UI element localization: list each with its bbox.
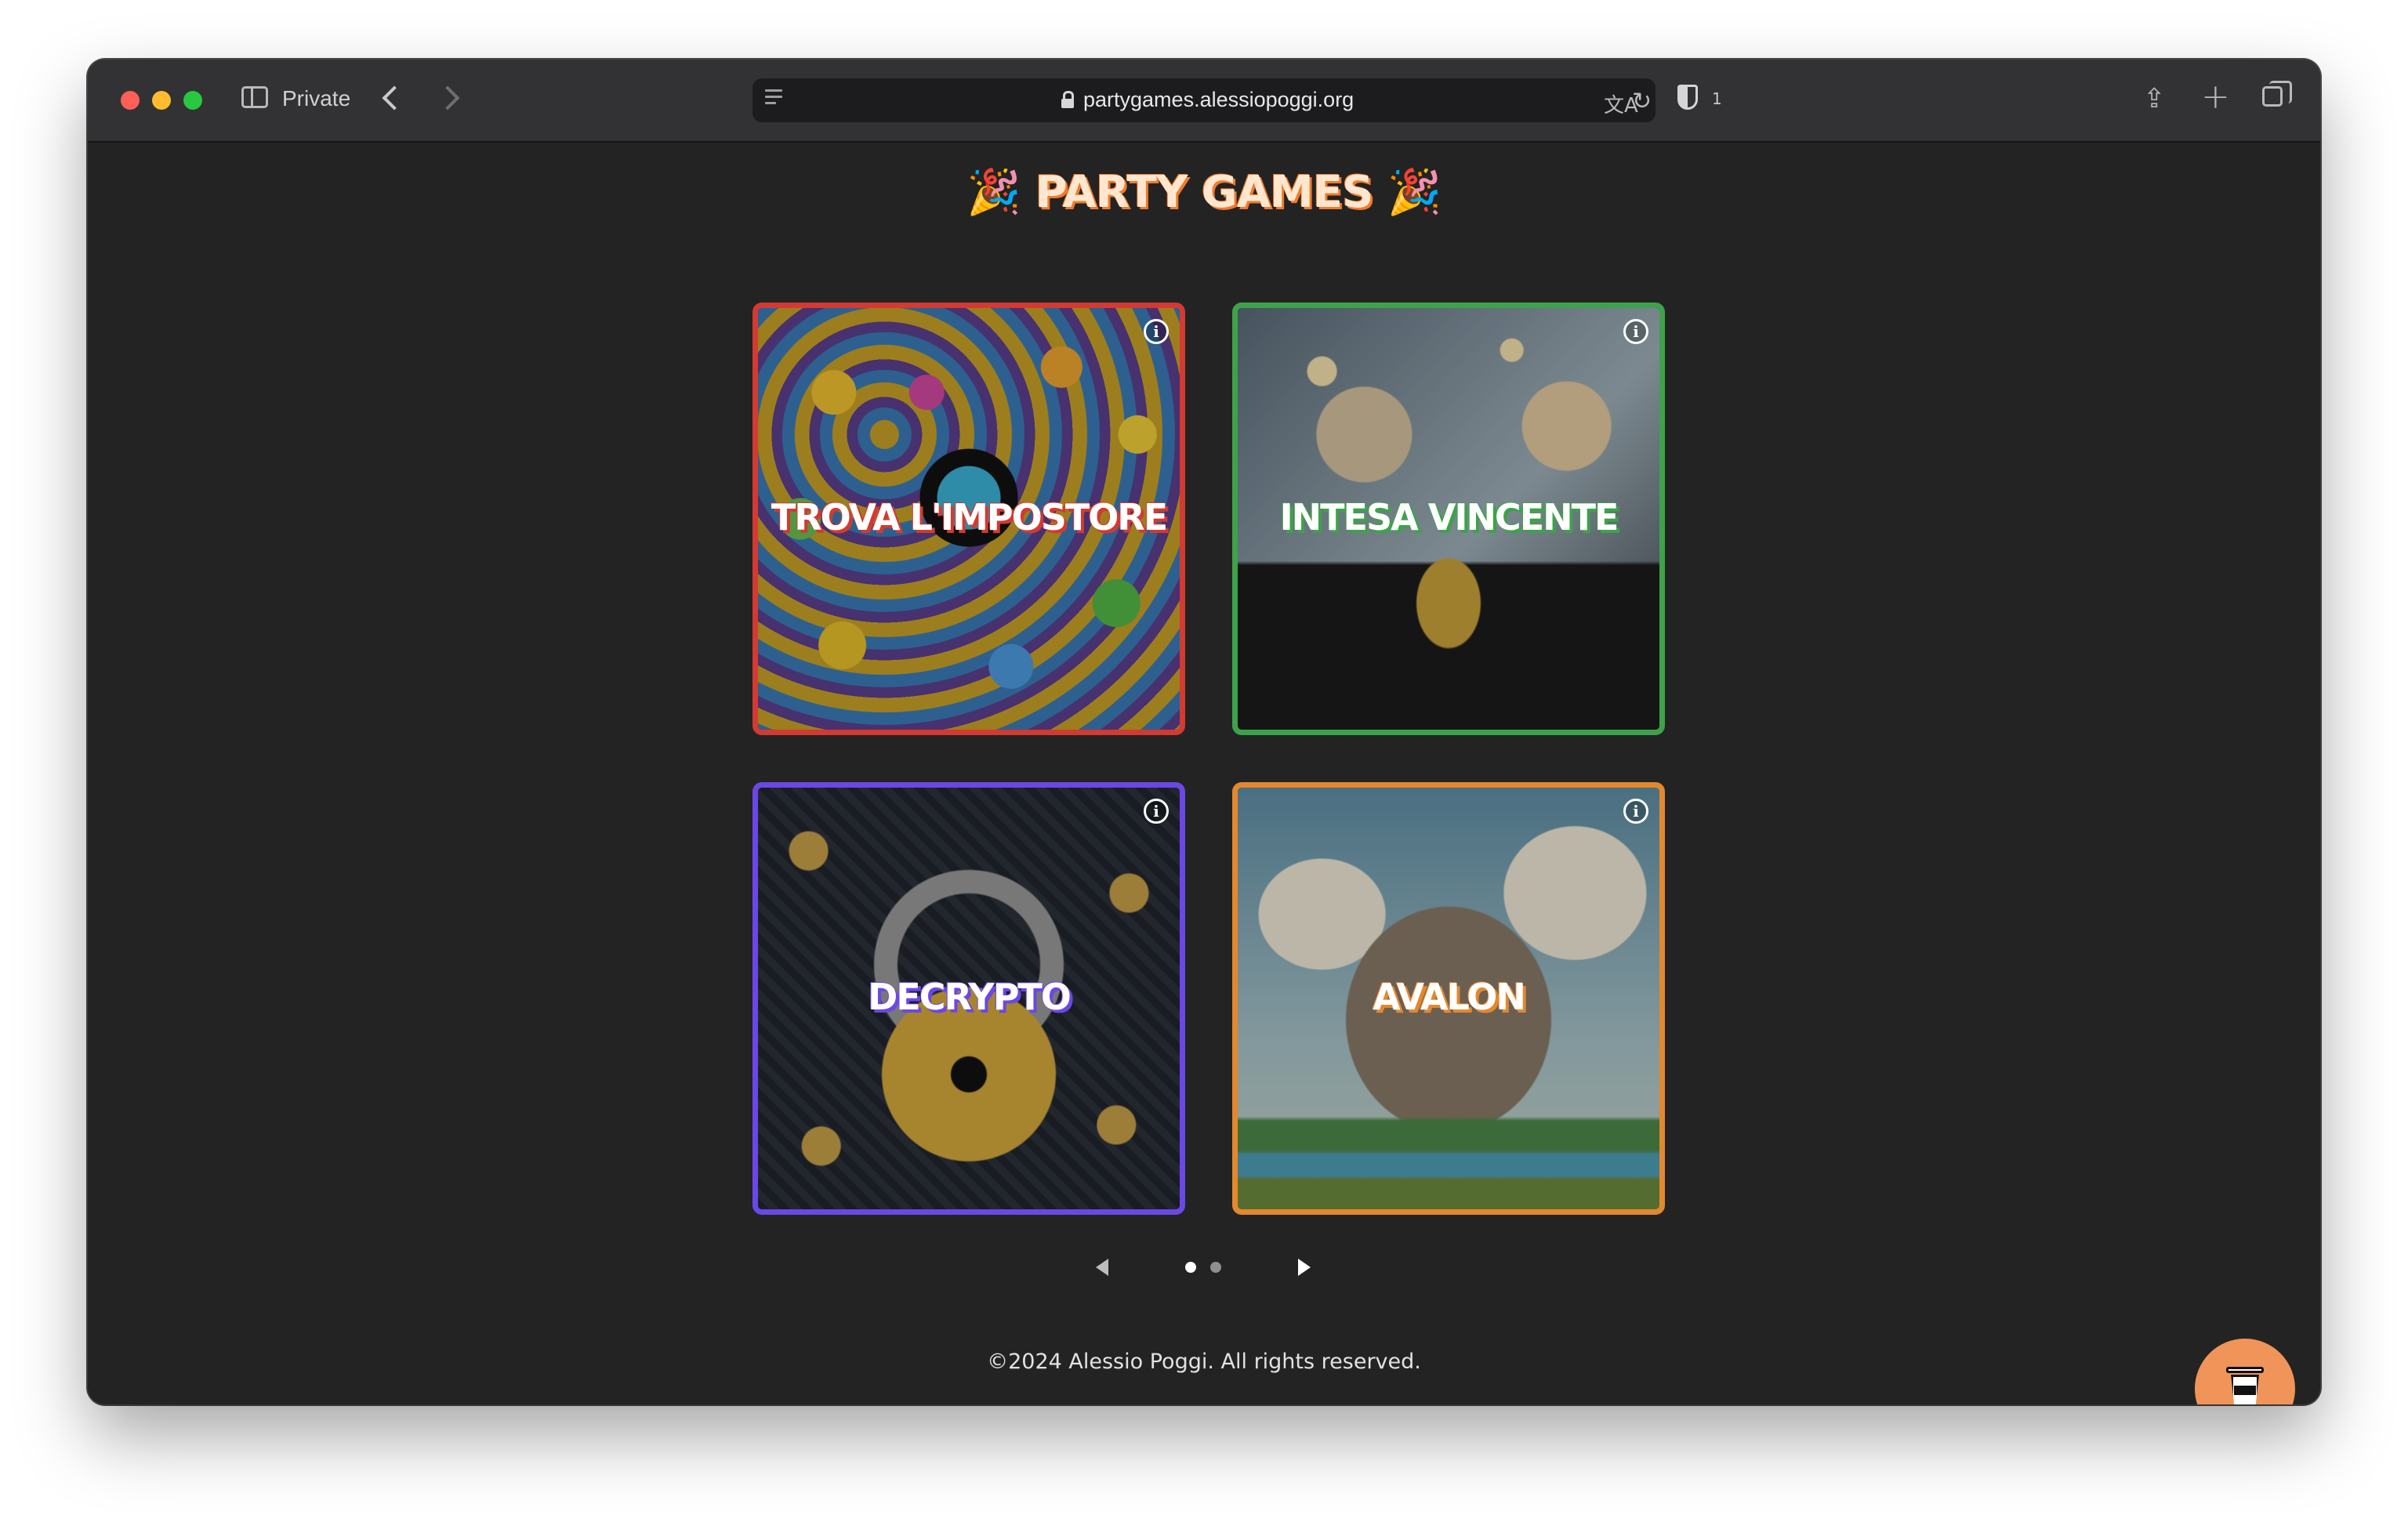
buy-me-a-coffee-button[interactable]	[2195, 1339, 2295, 1404]
address-bar[interactable]: partygames.alessiopoggi.org 文A ↻	[752, 78, 1656, 122]
page-dot-2[interactable]	[1210, 1262, 1221, 1273]
coffee-cup-icon	[2226, 1367, 2264, 1404]
game-card-intesa-vincente[interactable]: INTESA VINCENTE i	[1232, 303, 1665, 735]
game-card-trova-limpostore[interactable]: TROVA L'IMPOSTORE i	[752, 303, 1185, 735]
info-icon[interactable]: i	[1623, 319, 1648, 344]
tracker-count: 1	[1712, 89, 1722, 108]
party-popper-icon: 🎉	[966, 167, 1021, 218]
previous-page-arrow-icon[interactable]	[1096, 1259, 1108, 1276]
carousel-pager	[88, 1256, 2320, 1287]
page-dot-1[interactable]	[1185, 1262, 1196, 1273]
new-tab-icon[interactable]: +	[2201, 77, 2230, 117]
back-chevron-icon[interactable]	[382, 85, 407, 111]
browser-window: Private partygames.alessiopoggi.org 文A ↻…	[88, 60, 2320, 1404]
minimize-window-button[interactable]	[152, 91, 171, 110]
game-card-title: DECRYPTO	[868, 976, 1072, 1018]
forward-chevron-icon[interactable]	[435, 85, 460, 111]
url-text[interactable]: partygames.alessiopoggi.org	[1083, 88, 1354, 112]
game-card-title: AVALON	[1373, 976, 1526, 1018]
tab-overview-icon[interactable]	[2262, 81, 2292, 107]
lock-icon	[1061, 91, 1074, 108]
page-content: 🎉 PARTY GAMES 🎉 TROVA L'IMPOSTORE i INTE…	[88, 143, 2320, 1404]
info-icon[interactable]: i	[1623, 799, 1648, 824]
browser-toolbar: Private partygames.alessiopoggi.org 文A ↻…	[88, 60, 2320, 143]
game-card-decrypto[interactable]: DECRYPTO i	[752, 782, 1185, 1215]
footer-copyright: ©2024 Alessio Poggi. All rights reserved…	[987, 1350, 1421, 1374]
share-icon[interactable]: ⇪	[2143, 83, 2166, 114]
reader-mode-icon[interactable]	[765, 89, 782, 111]
games-grid: TROVA L'IMPOSTORE i INTESA VINCENTE i DE…	[752, 303, 1665, 1243]
game-card-avalon[interactable]: AVALON i	[1232, 782, 1665, 1215]
game-card-title: TROVA L'IMPOSTORE	[771, 496, 1168, 538]
info-icon[interactable]: i	[1144, 319, 1169, 344]
page-title: 🎉 PARTY GAMES 🎉	[88, 166, 2320, 218]
game-card-title: INTESA VINCENTE	[1279, 496, 1619, 538]
reload-icon[interactable]: ↻	[1632, 88, 1652, 115]
page-title-text: PARTY GAMES	[1035, 167, 1374, 218]
zoom-window-button[interactable]	[183, 91, 202, 110]
private-mode-label: Private	[282, 86, 351, 111]
shield-icon[interactable]	[1677, 85, 1698, 110]
info-icon[interactable]: i	[1144, 799, 1169, 824]
close-window-button[interactable]	[121, 91, 140, 110]
next-page-arrow-icon[interactable]	[1298, 1259, 1311, 1276]
sidebar-toggle-icon[interactable]	[241, 86, 268, 108]
party-popper-icon: 🎉	[1387, 167, 1442, 218]
